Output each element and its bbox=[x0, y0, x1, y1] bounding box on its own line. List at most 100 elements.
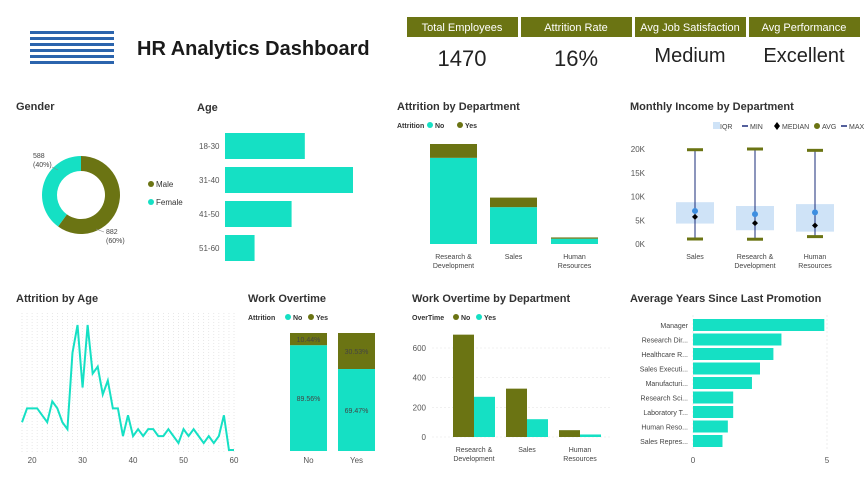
bar-no bbox=[490, 207, 537, 244]
chart-title: Gender bbox=[16, 101, 55, 113]
work-overtime-by-department-chart: Work Overtime by Department OverTime No Ye… bbox=[412, 293, 610, 463]
attrition-by-department-chart: Attrition by Department Attrition No Yes Re… bbox=[397, 101, 598, 270]
legend-marker bbox=[774, 122, 780, 130]
legend-marker bbox=[285, 314, 291, 320]
kpi-attrition-rate[interactable]: Attrition Rate 16% bbox=[521, 17, 632, 71]
bar bbox=[225, 133, 305, 159]
legend-label: MEDIAN bbox=[782, 124, 809, 131]
legend-marker bbox=[308, 314, 314, 320]
legend-label: No bbox=[461, 315, 470, 322]
tick-label: 0 bbox=[691, 456, 696, 465]
legend-marker bbox=[148, 199, 154, 205]
data-label: 89.56% bbox=[297, 396, 321, 403]
bar-yes bbox=[580, 434, 601, 437]
dashboard-canvas: IBM HR Analytics Dashboard Total Employe… bbox=[16, 17, 865, 465]
tick-label: 51-60 bbox=[199, 244, 220, 253]
tick-label: 41-50 bbox=[199, 210, 220, 219]
chart-title: Average Years Since Last Promotion bbox=[630, 293, 822, 305]
tick-label: 20 bbox=[28, 456, 37, 465]
legend-marker bbox=[427, 122, 433, 128]
bar bbox=[693, 435, 723, 447]
category-label: Human Reso... bbox=[641, 425, 688, 432]
age-chart: Age 18-30 31-40 41-50 51-60 bbox=[197, 102, 353, 261]
bar bbox=[225, 167, 353, 193]
tick-label: 5 bbox=[825, 456, 830, 465]
tick-label: 20K bbox=[631, 145, 646, 154]
leader-line bbox=[95, 228, 105, 233]
kpi-value: 16% bbox=[554, 46, 598, 71]
category-label: Research Dir... bbox=[642, 338, 688, 345]
kpi-avg-performance[interactable]: Avg Performance Excellent bbox=[749, 17, 860, 67]
category-label: Human Resources bbox=[558, 254, 592, 270]
kpi-avg-job-satisfaction[interactable]: Avg Job Satisfaction Medium bbox=[635, 17, 746, 67]
bar-no bbox=[506, 388, 527, 437]
legend-label: Yes bbox=[484, 315, 496, 322]
legend-marker bbox=[476, 314, 482, 320]
legend-label: Female bbox=[156, 198, 183, 207]
category-label: Human Resources bbox=[798, 254, 832, 270]
bar bbox=[693, 406, 734, 418]
chart-title: Work Overtime by Department bbox=[412, 293, 570, 305]
bar-no bbox=[430, 157, 477, 244]
category-label: No bbox=[303, 456, 314, 465]
legend-title: Attrition bbox=[248, 315, 275, 322]
category-label: Human Resources bbox=[563, 447, 597, 463]
bar bbox=[693, 420, 728, 433]
tick-label: 31-40 bbox=[199, 176, 220, 185]
work-overtime-chart: Work Overtime Attrition No Yes 10.44% 89.56%… bbox=[248, 293, 375, 465]
avg-marker bbox=[692, 207, 698, 214]
legend-marker bbox=[814, 123, 820, 129]
chart-title: Attrition by Department bbox=[397, 101, 520, 113]
bar bbox=[225, 201, 292, 227]
legend-marker bbox=[457, 122, 463, 128]
tick-label: 200 bbox=[413, 403, 427, 412]
data-label-female: 588 (40%) bbox=[33, 153, 52, 169]
category-label: Research & Development bbox=[433, 254, 474, 270]
chart-title: Monthly Income by Department bbox=[630, 101, 794, 113]
tick-label: 0 bbox=[422, 433, 427, 442]
kpi-label: Attrition Rate bbox=[544, 22, 608, 34]
gender-chart: Gender 588 (40%) 882 (60%) Male Female bbox=[16, 101, 183, 245]
bar-yes bbox=[474, 396, 495, 437]
category-label: Research Sci... bbox=[641, 396, 689, 403]
legend-label: Yes bbox=[316, 315, 328, 322]
tick-label: 60 bbox=[230, 456, 239, 465]
kpi-label: Avg Performance bbox=[762, 22, 847, 34]
bar bbox=[693, 391, 734, 404]
avg-marker bbox=[752, 211, 758, 218]
bar-yes bbox=[551, 237, 598, 239]
dashboard-title: HR Analytics Dashboard bbox=[137, 38, 370, 60]
tick-label: 0K bbox=[635, 240, 645, 249]
tick-label: 400 bbox=[413, 374, 427, 383]
chart-title: Attrition by Age bbox=[16, 293, 98, 305]
data-label: 10.44% bbox=[297, 337, 321, 344]
kpi-value: 1470 bbox=[438, 46, 487, 71]
bar-no bbox=[559, 430, 580, 437]
legend-title: Attrition bbox=[397, 123, 424, 130]
tick-label: 40 bbox=[129, 456, 138, 465]
category-label: Research & Development bbox=[734, 254, 775, 270]
legend-title: OverTime bbox=[412, 315, 444, 322]
bar bbox=[693, 319, 825, 331]
category-label: Laboratory T... bbox=[643, 410, 688, 417]
tick-label: 15K bbox=[631, 169, 646, 178]
legend-label: MIN bbox=[750, 124, 763, 131]
data-label-male: 882 (60%) bbox=[106, 229, 125, 245]
bar-yes bbox=[527, 419, 548, 437]
ibm-logo-text: IBM bbox=[37, 30, 107, 72]
legend-label: No bbox=[435, 123, 444, 130]
bar-no bbox=[453, 334, 474, 437]
data-label: 30.53% bbox=[345, 349, 369, 356]
legend-label: AVG bbox=[822, 124, 836, 131]
bar bbox=[225, 235, 255, 261]
category-label: Sales bbox=[518, 447, 536, 454]
tick-label: 10K bbox=[631, 193, 646, 202]
kpi-label: Total Employees bbox=[422, 22, 503, 34]
kpi-total-employees[interactable]: Total Employees 1470 bbox=[407, 17, 518, 71]
bar bbox=[693, 348, 774, 360]
legend-marker bbox=[148, 181, 154, 187]
category-label: Manufacturi... bbox=[646, 381, 688, 388]
bar-yes bbox=[490, 197, 537, 208]
legend-label: Male bbox=[156, 180, 174, 189]
category-label: Healthcare R... bbox=[641, 352, 688, 359]
